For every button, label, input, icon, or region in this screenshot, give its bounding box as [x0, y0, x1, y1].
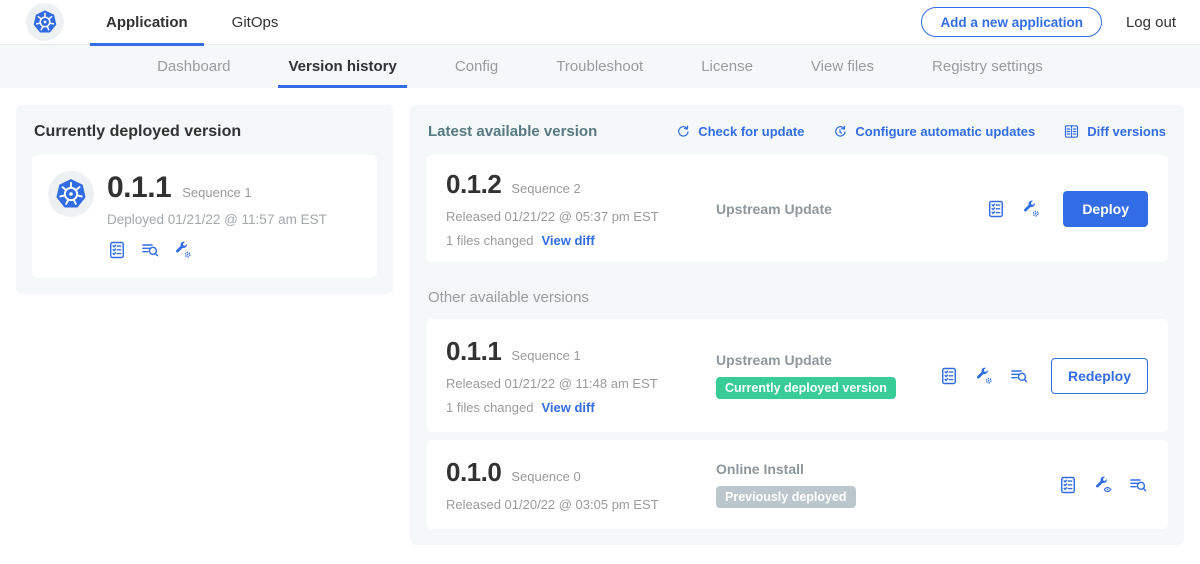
view-diff-link[interactable]: View diff — [541, 400, 594, 415]
schedule-refresh-icon — [832, 124, 848, 140]
files-changed-label: 1 files changed — [446, 400, 533, 415]
deployed-sequence-label: Sequence 1 — [182, 185, 251, 200]
tab-gitops-label: GitOps — [232, 14, 279, 31]
preflight-checklist-icon[interactable] — [1058, 475, 1078, 495]
other-available-versions-title: Other available versions — [428, 289, 1166, 306]
kubernetes-logo-icon — [53, 176, 89, 212]
diff-versions-link[interactable]: Diff versions — [1063, 123, 1166, 140]
deployed-timestamp: Deployed 01/21/22 @ 11:57 am EST — [107, 212, 327, 227]
latest-available-title: Latest available version — [428, 123, 647, 140]
version-number: 0.1.2 — [446, 169, 501, 200]
preflight-checklist-icon[interactable] — [939, 366, 959, 386]
subnav-tab-troubleshoot-label: Troubleshoot — [556, 58, 643, 75]
app-logo-avatar — [26, 3, 64, 41]
check-for-update-link[interactable]: Check for update — [675, 124, 804, 140]
deployed-version-card: 0.1.1 Sequence 1 Deployed 01/21/22 @ 11:… — [32, 155, 377, 278]
subnav-tab-dashboard-label: Dashboard — [157, 58, 230, 75]
released-timestamp: Released 01/21/22 @ 11:48 am EST — [446, 376, 698, 391]
currently-deployed-panel: Currently deployed version 0.1.1 Sequenc… — [16, 105, 393, 294]
kubernetes-logo-icon — [31, 8, 59, 36]
tab-application[interactable]: Application — [90, 0, 204, 45]
subnav-tab-version-history[interactable]: Version history — [259, 45, 425, 88]
released-timestamp: Released 01/21/22 @ 05:37 pm EST — [446, 209, 698, 224]
version-card-0-1-1: 0.1.1 Sequence 1 Released 01/21/22 @ 11:… — [426, 319, 1168, 432]
version-number: 0.1.1 — [446, 336, 501, 367]
version-source-label: Upstream Update — [716, 352, 939, 368]
subnav-tab-dashboard[interactable]: Dashboard — [128, 45, 259, 88]
released-timestamp: Released 01/20/22 @ 03:05 pm EST — [446, 497, 698, 512]
diff-columns-icon — [1063, 123, 1080, 140]
sequence-label: Sequence 1 — [511, 348, 580, 363]
deployed-version-info: 0.1.1 Sequence 1 Deployed 01/21/22 @ 11:… — [107, 171, 327, 260]
configure-automatic-updates-link[interactable]: Configure automatic updates — [832, 124, 1035, 140]
preflight-checklist-icon[interactable] — [986, 199, 1006, 219]
config-wrench-gear-icon[interactable] — [173, 240, 193, 260]
add-new-application-button[interactable]: Add a new application — [921, 7, 1102, 37]
subnav-tab-license-label: License — [701, 58, 753, 75]
subnav-tab-view-files[interactable]: View files — [782, 45, 903, 88]
deployed-app-avatar — [48, 171, 94, 217]
refresh-icon — [675, 124, 691, 140]
config-wrench-gear-icon[interactable] — [1021, 199, 1041, 219]
version-number: 0.1.0 — [446, 457, 501, 488]
preflight-checklist-icon[interactable] — [107, 240, 127, 260]
view-diff-link[interactable]: View diff — [541, 233, 594, 248]
version-source-label: Upstream Update — [716, 201, 986, 217]
version-card-0-1-0: 0.1.0 Sequence 0 Released 01/20/22 @ 03:… — [426, 440, 1168, 529]
redeploy-button[interactable]: Redeploy — [1051, 358, 1148, 394]
main-content: Currently deployed version 0.1.1 Sequenc… — [0, 88, 1200, 545]
sequence-label: Sequence 0 — [511, 469, 580, 484]
subnav-tab-view-files-label: View files — [811, 58, 874, 75]
subnav-tab-version-history-label: Version history — [288, 58, 396, 75]
sequence-label: Sequence 2 — [511, 181, 580, 196]
tab-application-label: Application — [106, 14, 188, 31]
configure-automatic-updates-label: Configure automatic updates — [855, 124, 1035, 139]
top-navbar: Application GitOps Add a new application… — [0, 0, 1200, 45]
currently-deployed-title: Currently deployed version — [34, 123, 375, 141]
view-logs-icon[interactable] — [1009, 366, 1029, 386]
currently-deployed-badge: Currently deployed version — [716, 377, 896, 399]
deployed-version-number: 0.1.1 — [107, 171, 171, 205]
subnav-tab-registry-settings[interactable]: Registry settings — [903, 45, 1072, 88]
config-wrench-gear-icon[interactable] — [974, 366, 994, 386]
app-subnav: Dashboard Version history Config Trouble… — [0, 45, 1200, 88]
files-changed-label: 1 files changed — [446, 233, 533, 248]
version-card-0-1-2: 0.1.2 Sequence 2 Released 01/21/22 @ 05:… — [426, 155, 1168, 262]
logout-link[interactable]: Log out — [1126, 14, 1176, 31]
subnav-tab-config-label: Config — [455, 58, 498, 75]
view-logs-icon[interactable] — [1128, 475, 1148, 495]
diff-versions-label: Diff versions — [1087, 124, 1166, 139]
version-history-panel: Latest available version Check for updat… — [410, 105, 1184, 545]
view-logs-icon[interactable] — [140, 240, 160, 260]
deploy-button[interactable]: Deploy — [1063, 191, 1148, 227]
subnav-tab-registry-settings-label: Registry settings — [932, 58, 1043, 75]
tab-gitops[interactable]: GitOps — [216, 0, 295, 45]
subnav-tab-troubleshoot[interactable]: Troubleshoot — [527, 45, 672, 88]
previously-deployed-badge: Previously deployed — [716, 486, 856, 508]
check-for-update-label: Check for update — [698, 124, 804, 139]
subnav-tab-config[interactable]: Config — [426, 45, 527, 88]
subnav-tab-license[interactable]: License — [672, 45, 782, 88]
version-source-label: Online Install — [716, 461, 1058, 477]
config-wrench-view-icon[interactable] — [1093, 475, 1113, 495]
